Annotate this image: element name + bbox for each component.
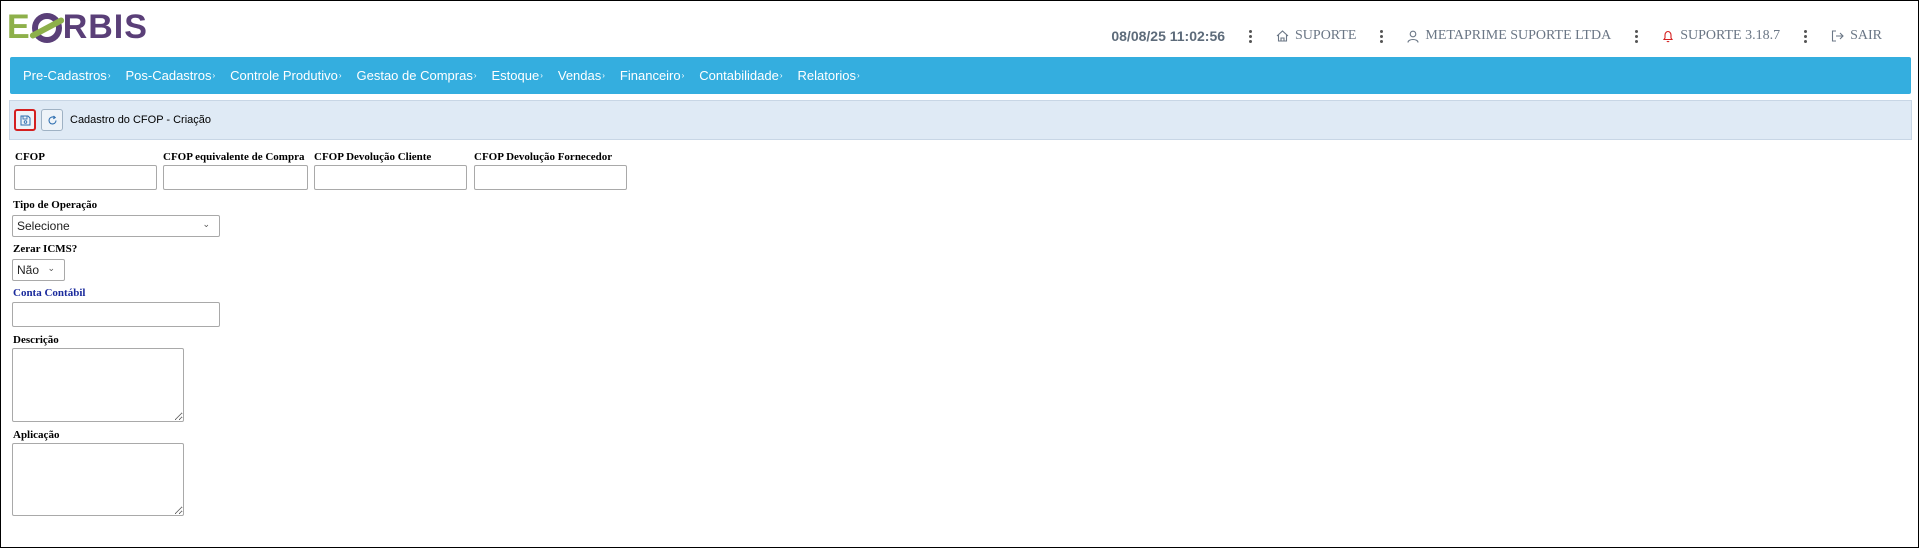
aplicacao-textarea[interactable] <box>12 443 184 516</box>
logout-label: SAIR <box>1850 28 1882 43</box>
menu-item-label: Pos-Cadastros <box>125 68 212 83</box>
top-header: E RBIS 08/08/25 11:02:56 SUPORTE METAPRIM… <box>1 1 1919 57</box>
chevron-down-icon: ⌄ <box>202 219 210 229</box>
kebab-menu-icon[interactable] <box>1804 29 1808 43</box>
cfop-dev-fornecedor-input[interactable] <box>474 165 627 190</box>
aplicacao-label: Aplicação <box>13 429 60 441</box>
zerar-icms-label: Zerar ICMS? <box>13 243 78 255</box>
logo-text: RBIS <box>62 7 148 46</box>
floppy-disk-icon <box>20 115 30 125</box>
menu-item-controle-produtivo[interactable]: Controle Produtivo › <box>230 68 341 83</box>
header-home-label: SUPORTE <box>1295 28 1357 43</box>
caret-right-icon: › <box>857 71 860 80</box>
menu-item-label: Financeiro <box>619 68 681 83</box>
tipo-operacao-value: Selecione <box>17 219 70 233</box>
logo-orbit-icon <box>31 13 62 43</box>
cfop-compra-label: CFOP equivalente de Compra <box>163 151 305 163</box>
header-datetime: 08/08/25 11:02:56 <box>1111 28 1226 44</box>
caret-right-icon: › <box>473 71 477 80</box>
header-notifications[interactable]: SUPORTE 3.18.7 <box>1662 28 1780 44</box>
cfop-dev-cliente-label: CFOP Devolução Cliente <box>314 151 432 163</box>
descricao-label: Descrição <box>13 334 59 346</box>
kebab-menu-icon[interactable] <box>1380 29 1384 43</box>
refresh-button[interactable] <box>41 109 63 131</box>
logout-icon <box>1832 30 1844 42</box>
main-menu-bar: Pre-Cadastros › Pos-Cadastros › Controle P… <box>10 57 1911 94</box>
chevron-down-icon: ⌄ <box>47 263 55 273</box>
cfop-input[interactable] <box>14 165 157 190</box>
menu-item-gestao-de-compras[interactable]: Gestao de Compras › <box>356 68 476 83</box>
conta-contabil-label[interactable]: Conta Contábil <box>13 287 85 299</box>
cfop-dev-cliente-input[interactable] <box>314 165 467 190</box>
caret-right-icon: › <box>212 71 216 80</box>
menu-item-label: Gestao de Compras <box>356 68 473 83</box>
menu-item-label: Controle Produtivo <box>230 68 338 83</box>
menu-item-label: Relatorios <box>797 68 857 83</box>
descricao-textarea[interactable] <box>12 348 184 422</box>
user-icon <box>1407 30 1419 43</box>
tipo-operacao-select[interactable]: Selecione ⌄ <box>12 215 220 237</box>
zerar-icms-value: Não <box>17 263 40 277</box>
page-toolbar: Cadastro do CFOP - Criação <box>9 100 1912 140</box>
menu-item-vendas[interactable]: Vendas › <box>558 68 605 83</box>
header-company-link[interactable]: METAPRIME SUPORTE LTDA <box>1407 28 1611 44</box>
save-button[interactable] <box>14 109 36 131</box>
cfop-label: CFOP <box>15 151 45 163</box>
menu-item-financeiro[interactable]: Financeiro › <box>620 68 684 83</box>
conta-contabil-input[interactable] <box>12 302 220 327</box>
bell-icon <box>1663 30 1674 42</box>
tipo-operacao-label: Tipo de Operação <box>13 199 98 211</box>
header-version-label: SUPORTE 3.18.7 <box>1680 28 1781 43</box>
kebab-menu-icon[interactable] <box>1635 29 1639 43</box>
menu-item-pos-cadastros[interactable]: Pos-Cadastros › <box>125 68 215 83</box>
caret-right-icon: › <box>681 71 685 80</box>
menu-item-pre-cadastros[interactable]: Pre-Cadastros › <box>23 68 110 83</box>
logout-button[interactable]: SAIR <box>1831 28 1882 44</box>
caret-right-icon: › <box>107 71 111 80</box>
refresh-icon <box>47 115 57 124</box>
logo-letter-e: E <box>7 7 31 46</box>
menu-item-label: Estoque <box>491 68 540 83</box>
cfop-dev-fornecedor-label: CFOP Devolução Fornecedor <box>474 151 613 163</box>
zerar-icms-select[interactable]: Não ⌄ <box>12 259 65 281</box>
page-title: Cadastro do CFOP - Criação <box>70 114 212 126</box>
header-company-label: METAPRIME SUPORTE LTDA <box>1425 28 1612 43</box>
header-actions: 08/08/25 11:02:56 SUPORTE METAPRIME SUPO… <box>1111 23 1882 49</box>
caret-right-icon: › <box>602 71 605 80</box>
caret-right-icon: › <box>338 71 342 80</box>
kebab-menu-icon[interactable] <box>1249 29 1253 43</box>
caret-right-icon: › <box>779 71 783 80</box>
cfop-compra-input[interactable] <box>163 165 308 190</box>
caret-right-icon: › <box>540 71 543 80</box>
menu-item-label: Pre-Cadastros <box>23 68 107 83</box>
menu-item-estoque[interactable]: Estoque › <box>492 68 543 83</box>
menu-item-label: Contabilidade <box>699 68 779 83</box>
menu-item-relatorios[interactable]: Relatorios › <box>797 68 859 83</box>
header-home-link[interactable]: SUPORTE <box>1276 28 1356 44</box>
home-icon <box>1276 30 1289 42</box>
app-logo[interactable]: E RBIS <box>7 7 148 47</box>
menu-item-label: Vendas <box>557 68 602 83</box>
menu-item-contabilidade[interactable]: Contabilidade › <box>699 68 782 83</box>
